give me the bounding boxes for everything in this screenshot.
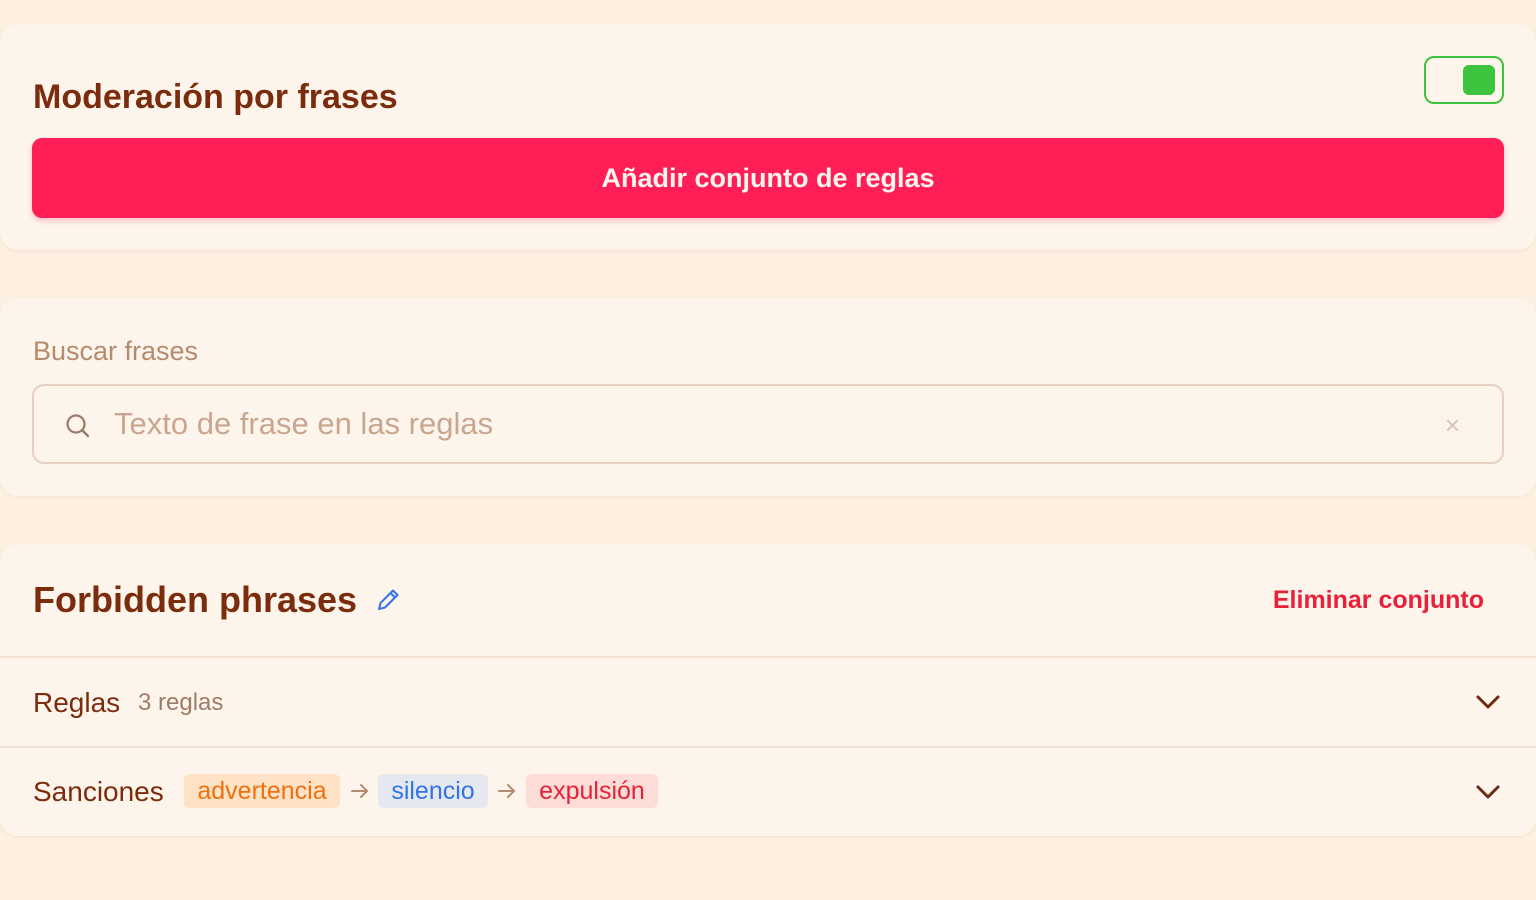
pencil-icon[interactable] [374,586,402,614]
ruleset-title: Forbidden phrases [33,579,358,620]
chevron-down-icon[interactable] [1474,692,1502,712]
add-ruleset-button[interactable]: Añadir conjunto de reglas [32,138,1504,218]
toggle-knob [1463,65,1495,95]
delete-ruleset-button[interactable]: Eliminar conjunto [1273,588,1484,613]
search-label: Buscar frases [33,336,199,366]
divider [0,656,1536,658]
search-box[interactable]: × [32,384,1504,464]
page-title: Moderación por frases [33,78,398,116]
moderation-toggle[interactable] [1424,56,1504,104]
search-input[interactable] [114,404,1414,444]
chevron-down-icon[interactable] [1474,782,1502,802]
rules-count: 3 reglas [138,689,224,716]
divider [0,746,1536,748]
ruleset-card: Forbidden phrases Eliminar conjunto Regl… [0,544,1536,836]
rules-label: Reglas [33,687,121,718]
search-card: Buscar frases × [0,298,1536,496]
phrase-moderation-card: Moderación por frases Añadir conjunto de… [0,24,1536,250]
sanctions-label: Sanciones [33,776,164,807]
sanction-chip-kick: expulsión [526,774,658,808]
search-icon [66,414,90,438]
arrow-right-icon [498,784,515,798]
sanction-chip-warning: advertencia [184,774,340,808]
close-icon[interactable]: × [1445,412,1460,438]
arrow-right-icon [351,784,368,798]
sanction-chip-mute: silencio [378,774,488,808]
